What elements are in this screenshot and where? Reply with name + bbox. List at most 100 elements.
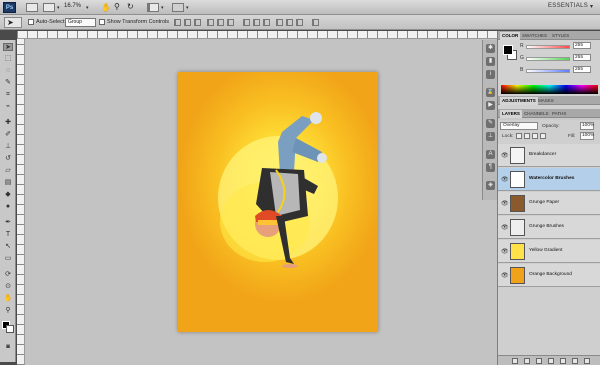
healing-brush-tool-icon[interactable]: ✚ — [3, 119, 13, 127]
tab-layers[interactable]: LAYERS — [500, 110, 522, 118]
visibility-eye-icon[interactable]: 👁 — [501, 152, 509, 159]
new-layer-icon[interactable] — [572, 358, 578, 364]
add-mask-icon[interactable] — [536, 358, 542, 364]
workspace-chevron-icon[interactable]: ▾ — [590, 3, 593, 10]
layer-row[interactable]: 👁 Grunge Brushes — [498, 216, 600, 239]
pen-tool-icon[interactable]: ✒ — [3, 219, 13, 227]
info-icon[interactable]: i — [486, 70, 495, 79]
auto-select-checkbox[interactable] — [28, 19, 34, 25]
auto-select-dropdown[interactable]: Group — [65, 18, 96, 27]
align-middle-icon[interactable] — [184, 19, 191, 26]
lasso-tool-icon[interactable]: ◌ — [3, 67, 13, 75]
align-right-icon[interactable] — [227, 19, 234, 26]
crop-tool-icon[interactable]: ⌗ — [3, 91, 13, 99]
dodge-tool-icon[interactable]: ● — [3, 203, 13, 211]
channel-b-slider[interactable] — [526, 69, 570, 73]
screen-mode-icon[interactable] — [172, 3, 184, 12]
zoom-tool-icon[interactable]: ⚲ — [3, 307, 13, 315]
blend-mode-dropdown[interactable]: Overlay — [500, 122, 538, 130]
layer-style-icon[interactable] — [524, 358, 530, 364]
tab-color[interactable]: COLOR — [500, 32, 521, 40]
distribute-right-icon[interactable] — [296, 19, 303, 26]
lock-pixels-icon[interactable] — [524, 133, 530, 139]
visibility-eye-icon[interactable]: 👁 — [501, 200, 509, 207]
layer-row[interactable]: 👁 Grunge Paper — [498, 192, 600, 215]
lock-position-icon[interactable] — [532, 133, 538, 139]
align-bottom-icon[interactable] — [194, 19, 201, 26]
distribute-top-icon[interactable] — [243, 19, 250, 26]
distribute-bottom-icon[interactable] — [263, 19, 270, 26]
lock-all-icon[interactable] — [540, 133, 546, 139]
quick-select-tool-icon[interactable]: ✎ — [3, 79, 13, 87]
navigator-icon[interactable]: ✱ — [486, 44, 495, 53]
zoom-chevron-icon[interactable]: ▾ — [86, 5, 89, 11]
tab-styles[interactable]: STYLES — [550, 32, 571, 40]
shape-tool-icon[interactable]: ▭ — [3, 255, 13, 263]
tab-swatches[interactable]: SWATCHES — [520, 32, 549, 40]
visibility-eye-icon[interactable]: 👁 — [501, 248, 509, 255]
channel-g-slider[interactable] — [526, 57, 570, 61]
align-center-icon[interactable] — [217, 19, 224, 26]
horizontal-ruler[interactable] — [17, 31, 497, 39]
zoom-tool-icon[interactable]: ⚲ — [114, 2, 120, 11]
chevron-down-icon[interactable]: ▾ — [57, 5, 60, 11]
align-top-icon[interactable] — [174, 19, 181, 26]
bridge-icon[interactable] — [26, 3, 38, 12]
channel-r-value[interactable]: 255 — [573, 42, 591, 49]
layer-row[interactable]: 👁 Orange Background — [498, 264, 600, 287]
clone-source-icon[interactable]: ⊥ — [486, 132, 495, 141]
visibility-eye-icon[interactable]: 👁 — [501, 224, 509, 231]
background-color-swatch[interactable] — [6, 325, 14, 333]
align-left-icon[interactable] — [207, 19, 214, 26]
clone-stamp-tool-icon[interactable]: ⊥ — [3, 143, 13, 151]
tab-paths[interactable]: PATHS — [550, 110, 568, 118]
gradient-tool-icon[interactable]: ▤ — [3, 179, 13, 187]
vertical-ruler[interactable] — [17, 39, 25, 365]
history-brush-tool-icon[interactable]: ↺ — [3, 155, 13, 163]
rotate-view-icon[interactable]: ↻ — [127, 2, 134, 11]
path-select-tool-icon[interactable]: ↖ — [3, 243, 13, 251]
arrange-documents-icon[interactable] — [147, 3, 159, 12]
fill-input[interactable]: 100% — [580, 132, 594, 140]
arrange-chevron-icon[interactable]: ▾ — [161, 5, 164, 11]
distribute-middle-icon[interactable] — [253, 19, 260, 26]
distribute-left-icon[interactable] — [276, 19, 283, 26]
layer-row[interactable]: 👁 Watercolor Brushes — [498, 168, 600, 191]
screen-mode-chevron-icon[interactable]: ▾ — [186, 5, 189, 11]
adjustment-layer-icon[interactable] — [548, 358, 554, 364]
tab-channels[interactable]: CHANNELS — [522, 110, 551, 118]
3d-panel-icon[interactable]: ◈ — [486, 181, 495, 190]
workspace-switcher[interactable]: ESSENTIALS — [548, 3, 588, 9]
foreground-color-chip[interactable] — [503, 45, 513, 55]
auto-align-icon[interactable] — [312, 19, 319, 26]
blur-tool-icon[interactable]: ◆ — [3, 191, 13, 199]
eraser-tool-icon[interactable]: ▱ — [3, 167, 13, 175]
distribute-center-icon[interactable] — [286, 19, 293, 26]
visibility-eye-icon[interactable]: 👁 — [501, 176, 509, 183]
history-icon[interactable]: ⌛ — [486, 88, 495, 97]
link-layers-icon[interactable] — [512, 358, 518, 364]
zoom-level[interactable]: 16.7% — [64, 3, 81, 9]
character-icon[interactable]: A — [486, 150, 495, 159]
3d-orbit-tool-icon[interactable]: ⊙ — [3, 283, 13, 291]
layer-row[interactable]: 👁 Breakdancer — [498, 144, 600, 167]
histogram-icon[interactable]: ▮ — [486, 57, 495, 66]
marquee-tool-icon[interactable]: ⬚ — [3, 55, 13, 63]
paragraph-icon[interactable]: ¶ — [486, 163, 495, 172]
mini-bridge-icon[interactable] — [43, 3, 55, 12]
brush-presets-icon[interactable]: ✎ — [486, 119, 495, 128]
color-spectrum-ramp[interactable] — [501, 85, 598, 94]
eyedropper-tool-icon[interactable]: ⌁ — [3, 103, 13, 111]
lock-transparency-icon[interactable] — [516, 133, 522, 139]
channel-r-slider[interactable] — [526, 45, 570, 49]
layer-row[interactable]: 👁 Yellow Gradient — [498, 240, 600, 263]
opacity-input[interactable]: 100% — [580, 122, 594, 130]
tab-adjustments[interactable]: ADJUSTMENTS — [500, 97, 538, 105]
quick-mask-icon[interactable]: ◙ — [3, 343, 13, 351]
actions-icon[interactable]: ▶ — [486, 101, 495, 110]
channel-b-value[interactable]: 255 — [573, 66, 591, 73]
channel-g-value[interactable]: 255 — [573, 54, 591, 61]
visibility-eye-icon[interactable]: 👁 — [501, 272, 509, 279]
show-transform-checkbox[interactable] — [99, 19, 105, 25]
delete-layer-icon[interactable] — [584, 358, 590, 364]
